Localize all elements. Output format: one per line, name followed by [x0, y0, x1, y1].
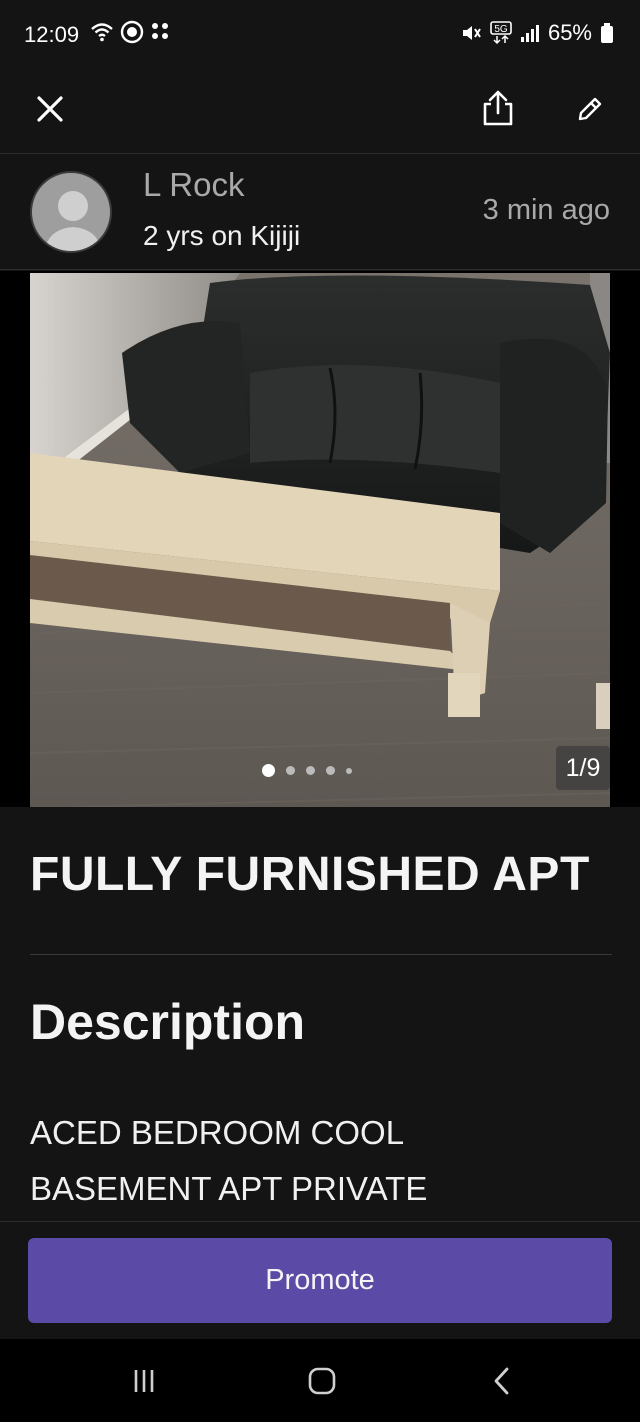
- share-button[interactable]: [470, 78, 526, 138]
- photo-pagination: [262, 764, 352, 777]
- seller-name[interactable]: L Rock: [143, 166, 244, 204]
- back-button[interactable]: [474, 1357, 530, 1405]
- signal-icon: [520, 25, 539, 42]
- mute-icon: [462, 26, 481, 40]
- home-button[interactable]: [294, 1357, 350, 1405]
- home-icon: [308, 1367, 336, 1395]
- battery-icon: [601, 23, 613, 43]
- close-button[interactable]: [24, 80, 76, 138]
- recent-apps-button[interactable]: [116, 1357, 172, 1405]
- description-heading: Description: [30, 994, 306, 1050]
- seller-tenure: 2 yrs on Kijiji: [143, 220, 301, 251]
- pagination-dot[interactable]: [326, 766, 335, 775]
- status-time: 12:09: [24, 22, 80, 47]
- pagination-dot[interactable]: [306, 766, 315, 775]
- listing-photo-image: [30, 273, 610, 807]
- battery-percent: 65%: [547, 20, 592, 45]
- status-left-icons: [90, 20, 170, 44]
- close-icon: [37, 96, 63, 122]
- edit-button[interactable]: [562, 80, 618, 138]
- edit-icon: [578, 97, 602, 121]
- user-icon: [44, 191, 102, 251]
- bottom-action-panel: Promote: [0, 1221, 640, 1339]
- pagination-dot-active[interactable]: [262, 764, 275, 777]
- photo-gallery[interactable]: [0, 271, 640, 807]
- back-icon: [494, 1367, 509, 1395]
- 5g-icon: 5G: [490, 21, 512, 45]
- dots-icon: [152, 23, 168, 39]
- svg-text:5G: 5G: [494, 24, 508, 35]
- listing-title: FULLY FURNISHED APT: [30, 848, 590, 901]
- recent-apps-icon: [134, 1370, 154, 1392]
- listing-content: FULLY FURNISHED APT Description ACED BED…: [0, 807, 640, 1221]
- status-right-icons: 5G 65%: [460, 20, 614, 46]
- status-bar: 12:09 5G 65%: [0, 0, 640, 72]
- avatar[interactable]: [30, 171, 112, 253]
- wifi-icon: [91, 23, 113, 42]
- system-nav-bar: [0, 1339, 640, 1422]
- description-line: BASEMENT APT PRIVATE: [30, 1170, 428, 1207]
- description-line: ACED BEDROOM COOL: [30, 1114, 405, 1151]
- record-icon: [120, 20, 144, 44]
- description-text: ACED BEDROOM COOL BASEMENT APT PRIVATE: [30, 1105, 590, 1217]
- photo-counter: 1/9: [556, 746, 610, 790]
- share-icon: [483, 90, 513, 126]
- seller-row[interactable]: L Rock 2 yrs on Kijiji 3 min ago: [0, 154, 640, 270]
- pagination-dot[interactable]: [286, 766, 295, 775]
- app-bar: [0, 72, 640, 154]
- divider: [30, 954, 612, 955]
- promote-button[interactable]: Promote: [28, 1238, 612, 1323]
- posted-time: 3 min ago: [482, 194, 610, 226]
- listing-photo[interactable]: [30, 273, 610, 807]
- pagination-dot[interactable]: [346, 767, 352, 774]
